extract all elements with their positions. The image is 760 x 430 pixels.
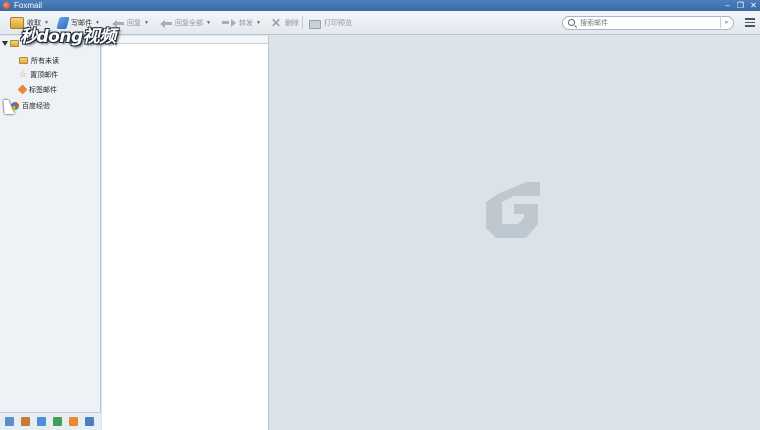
folder-pane: 所有未读 ☆ 置顶邮件 标签邮件 百度经验 [0, 36, 101, 430]
contacts-icon[interactable] [21, 417, 30, 426]
chevron-down-icon[interactable]: ▼ [256, 20, 261, 26]
folder-item-tagged[interactable]: 标签邮件 [17, 84, 57, 95]
mail-list-header[interactable] [102, 36, 268, 44]
delete-icon: ✕ [270, 16, 282, 30]
folder-icon [10, 39, 19, 47]
forward-icon [222, 17, 236, 29]
module-switcher [0, 412, 101, 430]
delete-label: 删除 [285, 20, 299, 27]
window-title: Foxmail [14, 1, 43, 10]
mail-list[interactable] [102, 36, 269, 430]
mail-icon[interactable] [5, 417, 14, 426]
forward-label: 转发 [239, 20, 253, 27]
close-icon[interactable]: ✕ [749, 0, 758, 11]
folder-item-label: 百度经验 [22, 102, 50, 110]
folder-item-label: 标签邮件 [29, 86, 57, 94]
delete-button[interactable]: ✕ 删除 [270, 15, 299, 31]
window-controls: – ❐ ✕ [723, 0, 758, 11]
folder-item-label: 所有未读 [31, 57, 59, 65]
chevron-down-icon[interactable]: ▼ [144, 20, 149, 26]
reply-button[interactable]: 回复 ▼ [112, 15, 149, 31]
main-menu-icon[interactable] [745, 18, 755, 28]
reply-label: 回复 [127, 20, 141, 27]
expand-triangle-icon[interactable] [2, 40, 8, 46]
search-icon [568, 19, 575, 26]
title-bar: Foxmail – ❐ ✕ [0, 0, 760, 11]
chevron-down-icon[interactable]: ▼ [206, 20, 211, 26]
notes-icon[interactable] [53, 417, 62, 426]
minimize-icon[interactable]: – [723, 0, 732, 11]
print-preview-button[interactable]: 打印预览 [309, 15, 352, 31]
forward-button[interactable]: 转发 ▼ [222, 15, 261, 31]
foxmail-watermark-logo-icon [486, 182, 540, 238]
tag-icon [17, 84, 28, 95]
reply-all-label: 回复全部 [175, 20, 203, 27]
reply-all-icon [160, 18, 172, 28]
settings-icon[interactable] [85, 417, 94, 426]
print-preview-label: 打印预览 [324, 20, 352, 27]
star-icon: ☆ [19, 69, 28, 79]
folder-item-baidu[interactable]: 百度经验 [11, 100, 50, 111]
account-folder[interactable] [2, 38, 19, 48]
search-input[interactable] [580, 18, 710, 29]
restore-icon[interactable]: ❐ [736, 0, 745, 11]
search-box[interactable]: » [562, 16, 734, 30]
folder-item-pinned[interactable]: ☆ 置顶邮件 [19, 69, 58, 80]
search-options-icon[interactable]: » [720, 18, 732, 28]
calendar-icon[interactable] [37, 417, 46, 426]
reading-pane [270, 36, 760, 430]
folder-item-unread[interactable]: 所有未读 [19, 55, 59, 66]
reply-all-button[interactable]: 回复全部 ▼ [160, 15, 211, 31]
printer-icon [309, 19, 321, 29]
folder-item-label: 置顶邮件 [30, 71, 59, 79]
toolbar-divider [302, 16, 303, 29]
foxmail-logo-icon [3, 2, 10, 9]
video-watermark: 秒dong视频 [20, 27, 116, 47]
folder-icon [19, 57, 28, 64]
rss-icon[interactable] [69, 417, 78, 426]
mouse-cursor [3, 100, 15, 114]
